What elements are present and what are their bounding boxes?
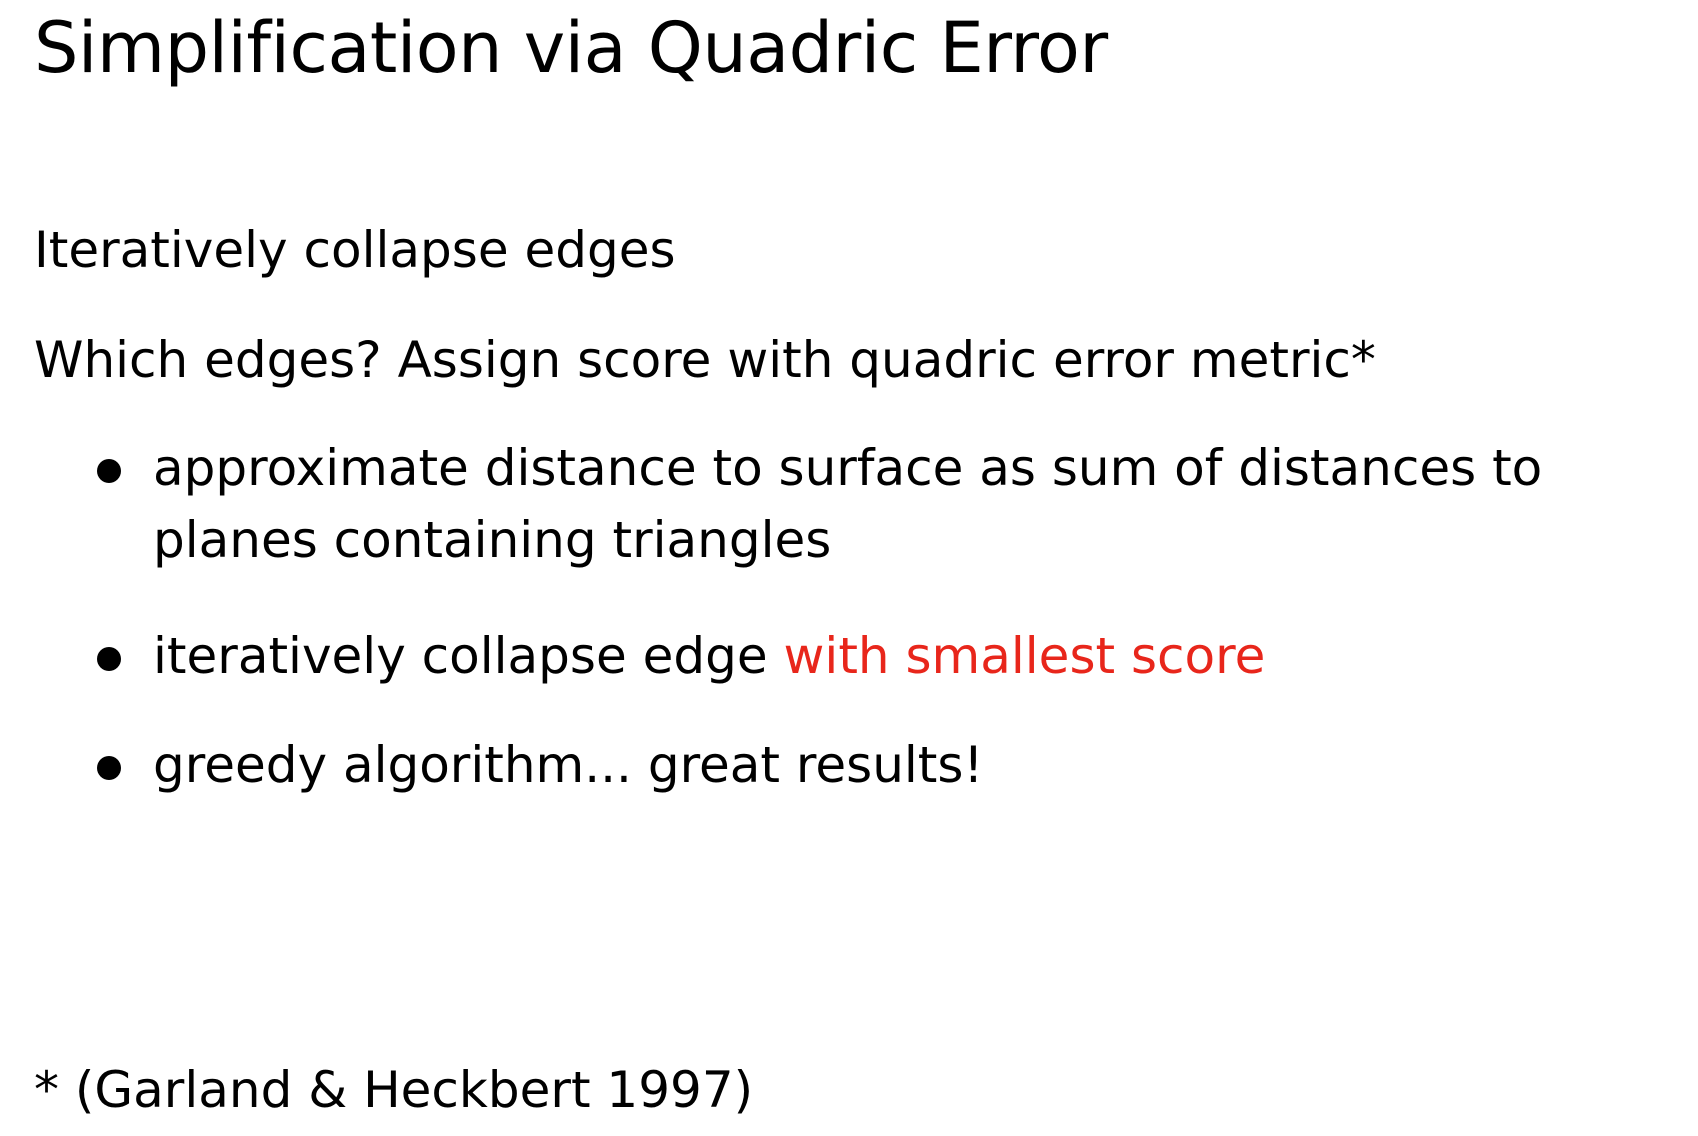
bullet-dot-icon	[97, 756, 121, 780]
slide: Simplification via Quadric Error Iterati…	[0, 0, 1698, 1136]
bullet-text: approximate distance to surface as sum o…	[153, 432, 1683, 576]
bullet-text-line: approximate distance to surface as sum o…	[153, 439, 1543, 497]
bullet-text: iteratively collapse edge with smallest …	[153, 620, 1683, 692]
body-line-which-edges: Which edges? Assign score with quadric e…	[34, 331, 1376, 389]
bullet-text-plain: iteratively collapse edge	[153, 627, 784, 685]
bullet-text-highlight: with smallest score	[783, 627, 1266, 685]
bullet-dot-icon	[97, 459, 121, 483]
bullet-text: greedy algorithm... great results!	[153, 736, 984, 794]
bullet-dot-icon	[97, 647, 121, 671]
slide-title: Simplification via Quadric Error	[34, 7, 1108, 89]
bullet-text-line: planes containing triangles	[153, 511, 832, 569]
footnote-citation: * (Garland & Heckbert 1997)	[34, 1061, 754, 1119]
body-line-collapse-edges: Iteratively collapse edges	[34, 221, 676, 279]
